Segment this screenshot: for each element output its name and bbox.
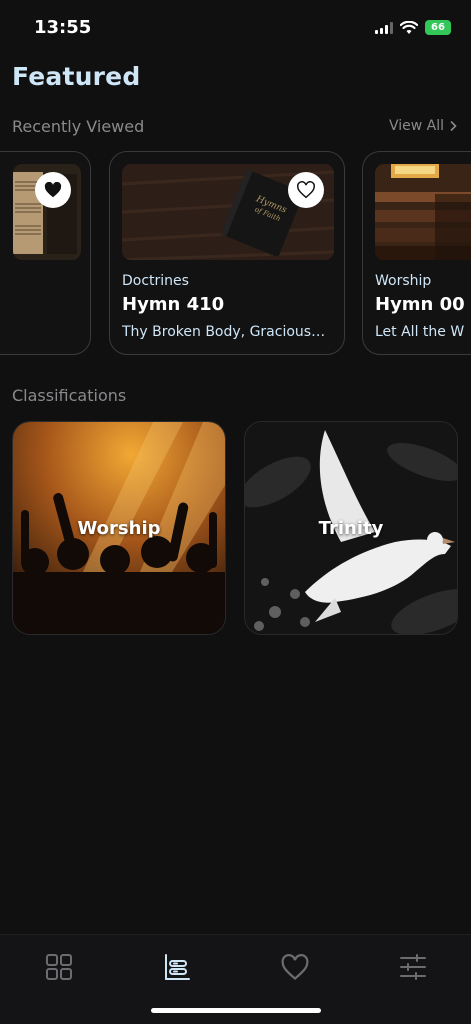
card-subtitle: Let All the W [375,324,465,340]
recently-viewed-label: Recently Viewed [12,117,145,136]
card-hymn-number: Hymn 410 [122,294,225,315]
classification-tile-trinity[interactable]: Trinity [244,421,458,635]
recent-card-partial[interactable] [0,151,91,355]
tile-label: Worship [77,518,161,539]
chevron-right-icon [450,121,457,131]
card-category: Doctrines [122,273,189,289]
heart-outline-icon [297,181,315,199]
hymnal-icon [165,954,190,980]
church-interior-thumbnail [375,164,471,260]
battery-level: 66 [431,22,445,33]
recent-card-hymn-410[interactable]: Hymns of Faith Doctrines Hymn 410 Thy Br… [109,151,345,355]
cellular-signal-icon [375,21,393,34]
favorite-button[interactable] [288,172,324,208]
heart-filled-icon [44,182,62,198]
nav-hymnal[interactable] [157,949,197,985]
heart-icon [281,953,309,980]
classifications-label: Classifications [12,386,127,405]
card-hymn-number: Hymn 00 [375,294,465,315]
view-all-label: View All [388,118,444,134]
home-indicator[interactable] [151,1008,321,1013]
classification-tile-worship[interactable]: Worship [12,421,226,635]
card-subtitle: Thy Broken Body, Gracious… [122,324,326,340]
nav-favorites[interactable] [275,949,315,985]
card-category: Worship [375,273,432,289]
status-icons: 66 [375,20,451,35]
grid-icon [46,954,72,980]
view-all-link[interactable]: View All [389,118,457,134]
recent-card-worship[interactable]: Worship Hymn 00 Let All the W [362,151,471,355]
status-bar: 13:55 66 [0,0,471,56]
battery-indicator: 66 [425,20,451,35]
nav-settings[interactable] [393,949,433,985]
status-time: 13:55 [34,17,92,38]
sliders-icon [400,954,426,980]
wifi-icon [400,20,418,34]
page-title: Featured [12,62,141,91]
tile-label: Trinity [318,518,384,539]
app-screen: 13:55 66 Featured Recently Viewed View A… [0,0,471,1024]
favorite-button[interactable] [35,172,71,208]
nav-home[interactable] [39,949,79,985]
